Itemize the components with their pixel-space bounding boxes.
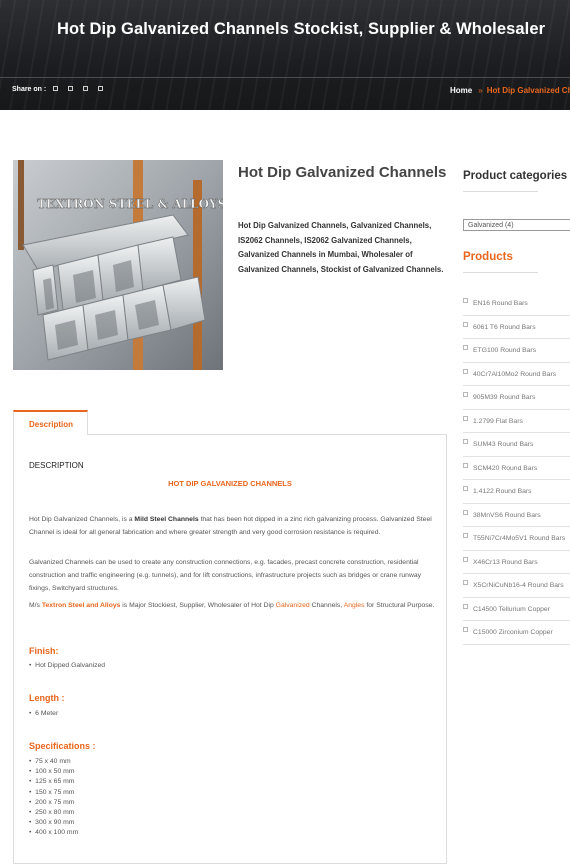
bullet-square-icon	[463, 603, 468, 609]
breadcrumb-separator: »	[478, 86, 483, 95]
bullet-square-icon	[463, 533, 468, 538]
bullet-square-icon	[463, 415, 468, 421]
spec-item: • 400 x 100 mm	[29, 829, 79, 837]
description-paragraph-1: Hot Dip Galvanized Channels, is a Mild S…	[29, 516, 432, 536]
spec-item: • 100 x 50 mm	[29, 768, 75, 776]
galvanized-link[interactable]: Galvanized	[276, 602, 310, 609]
breadcrumb-home-link[interactable]: Home	[450, 86, 472, 95]
length-heading: Length :	[29, 693, 65, 703]
product-link-item[interactable]: C15000 Zirconium Copper	[463, 621, 570, 645]
facebook-share-icon[interactable]	[53, 86, 58, 91]
specifications-list: • 75 x 40 mm • 100 x 50 mm • 125 x 65 mm…	[29, 757, 78, 839]
spec-item: • 300 x 90 mm	[29, 819, 75, 827]
description-paragraph-2: Galvanized Channels can be used to creat…	[29, 559, 422, 592]
products-heading: Products	[463, 251, 513, 263]
products-list: EN16 Round Bars 6061 T6 Round Bars ETG10…	[463, 292, 570, 645]
bullet-square-icon	[463, 627, 468, 632]
description-heading: DESCRIPTION	[29, 461, 84, 470]
description-paragraph-3: M/s Textron Steel and Alloys is Major St…	[29, 602, 435, 609]
bullet-square-icon	[463, 321, 468, 327]
product-link-item[interactable]: X5CrNiCuNb16-4 Round Bars	[463, 574, 570, 598]
share-label: Share on :	[12, 86, 47, 93]
company-link[interactable]: Textron Steel and Alloys	[42, 602, 121, 609]
finish-value: • Hot Dipped Galvanized	[29, 662, 106, 669]
spec-item: • 125 x 65 mm	[29, 778, 75, 786]
product-link-item[interactable]: X46Cr13 Round Bars	[463, 551, 570, 574]
bullet-square-icon	[463, 486, 468, 491]
image-watermark: TEXTRON STEEL & ALLOYS	[37, 197, 223, 211]
page-title: Hot Dip Galvanized Channels Stockist, Su…	[57, 20, 546, 38]
categories-underline	[463, 191, 538, 192]
spec-item: • 150 x 75 mm	[29, 788, 75, 796]
banner-divider	[0, 77, 570, 78]
share-icons	[53, 86, 103, 91]
product-summary: Hot Dip Galvanized Channels, Galvanized …	[238, 221, 444, 274]
product-link-item[interactable]: SCM420 Round Bars	[463, 457, 570, 480]
bullet-square-icon	[463, 298, 468, 303]
description-subheading: HOT DIP GALVANIZED CHANNELS	[168, 479, 292, 488]
spec-item: • 75 x 40 mm	[29, 758, 71, 765]
product-link-item[interactable]: ETG100 Round Bars	[463, 339, 570, 363]
length-value: • 6 Meter	[29, 710, 59, 717]
product-link-item[interactable]: EN16 Round Bars	[463, 292, 570, 316]
finish-heading: Finish:	[29, 646, 59, 656]
product-link-item[interactable]: T55Ni7Cr4Mo5V1 Round Bars	[463, 527, 570, 551]
products-underline	[463, 272, 538, 273]
spec-item: • 200 x 75 mm	[29, 798, 75, 806]
specifications-heading: Specifications :	[29, 741, 96, 751]
tab-description[interactable]: Description	[13, 410, 88, 435]
email-share-icon[interactable]	[98, 86, 103, 91]
linkedin-share-icon[interactable]	[83, 86, 88, 91]
page-banner: Hot Dip Galvanized Channels Stockist, Su…	[0, 0, 570, 110]
twitter-share-icon[interactable]	[68, 86, 73, 91]
product-link-item[interactable]: SUM43 Round Bars	[463, 433, 570, 457]
bullet-square-icon	[463, 509, 468, 515]
spec-item: • 250 x 80 mm	[29, 808, 75, 816]
tab-divider	[88, 434, 447, 435]
product-link-item[interactable]: C14500 Tellurium Copper	[463, 598, 570, 621]
breadcrumb-current: Hot Dip Galvanized Channels	[486, 86, 570, 95]
product-categories-heading: Product categories	[463, 170, 568, 182]
product-link-item[interactable]: 905M39 Round Bars	[463, 386, 570, 410]
bullet-square-icon	[463, 368, 468, 374]
product-photo: TEXTRON STEEL & ALLOYS	[13, 160, 223, 370]
product-link-item[interactable]: 40Cr7Al10Mo2 Round Bars	[463, 363, 570, 386]
bullet-square-icon	[463, 462, 468, 468]
bullet-square-icon	[463, 556, 468, 562]
bullet-square-icon	[463, 392, 468, 397]
bullet-square-icon	[463, 580, 468, 585]
bullet-square-icon	[463, 345, 468, 350]
bullet-square-icon	[463, 439, 468, 444]
angles-link[interactable]: Angles	[344, 602, 365, 609]
product-image[interactable]: TEXTRON STEEL & ALLOYS	[13, 160, 223, 370]
product-link-item[interactable]: 6061 T6 Round Bars	[463, 316, 570, 339]
product-title: Hot Dip Galvanized Channels	[238, 164, 447, 181]
breadcrumb: Home »Hot Dip Galvanized Channels	[450, 86, 570, 95]
product-link-item[interactable]: 1.2799 Flat Bars	[463, 410, 570, 433]
category-select[interactable]: Galvanized (4)	[463, 219, 570, 231]
product-link-item[interactable]: 1.4122 Round Bars	[463, 480, 570, 504]
product-link-item[interactable]: 38MnVS6 Round Bars	[463, 504, 570, 527]
